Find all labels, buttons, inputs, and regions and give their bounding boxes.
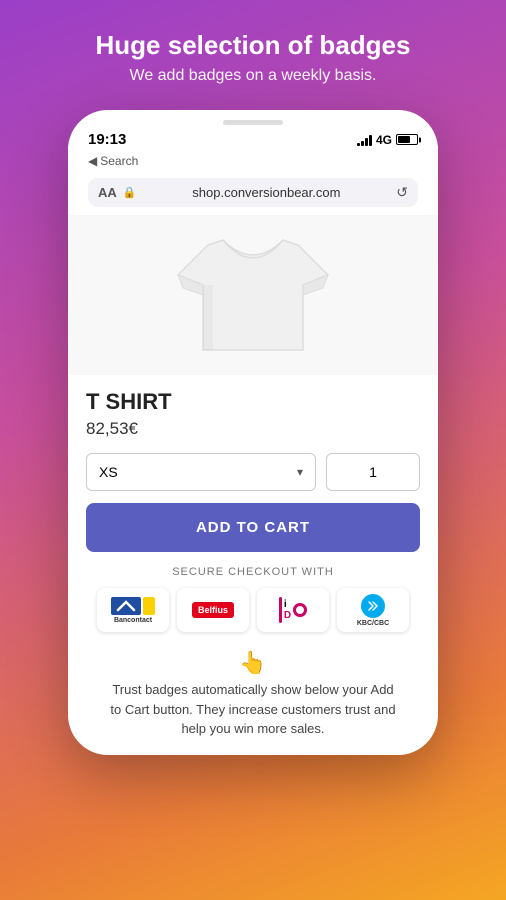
belfius-inner: Belfius: [192, 602, 234, 618]
kbc-text: KBC/CBC: [357, 620, 389, 627]
signal-bar-2: [361, 141, 364, 146]
payment-badge-belfius: Belfius: [177, 588, 249, 632]
signal-bar-4: [369, 135, 372, 146]
variant-row: XS ▾ 1: [86, 453, 420, 491]
quantity-input[interactable]: 1: [326, 453, 420, 491]
trust-text: Trust badges automatically show below yo…: [106, 680, 400, 739]
product-price: 82,53€: [86, 419, 420, 439]
trust-section: 👆 Trust badges automatically show below …: [86, 644, 420, 755]
ideal-text-group: i D: [284, 599, 291, 621]
bancontact-blue-icon: [111, 597, 141, 615]
url-lock-icon: 🔒: [123, 186, 137, 199]
phone-frame: 19:13 4G ◀ Search AA 🔒: [68, 110, 438, 755]
size-value: XS: [99, 464, 118, 480]
payment-badge-kbc: KBC/CBC: [337, 588, 409, 632]
back-search[interactable]: ◀ Search: [88, 154, 138, 168]
bancontact-inner: Bancontact: [111, 597, 155, 624]
status-bar: 19:13 4G: [88, 129, 418, 152]
tshirt-image: [68, 215, 438, 375]
ideal-circle-icon: [293, 603, 307, 617]
secure-checkout-label: SECURE CHECKOUT WITH: [86, 566, 420, 578]
ideal-deal-label: D: [284, 610, 291, 621]
ideal-inner: i D: [279, 597, 307, 623]
status-icons: 4G: [357, 133, 418, 147]
signal-bars-icon: [357, 134, 372, 146]
add-to-cart-button[interactable]: ADD TO CART: [86, 503, 420, 552]
bancontact-logo: [111, 597, 155, 615]
battery-fill: [398, 136, 410, 143]
chevron-down-icon: ▾: [297, 465, 303, 479]
url-reload-icon[interactable]: ↺: [396, 184, 408, 201]
phone-notch: [88, 120, 418, 125]
product-info: T SHIRT 82,53€ XS ▾ 1 ADD TO CART SECURE…: [68, 375, 438, 755]
payment-badge-bancontact: Bancontact: [97, 588, 169, 632]
signal-bar-3: [365, 138, 368, 146]
size-select[interactable]: XS ▾: [86, 453, 316, 491]
bancontact-text: Bancontact: [114, 617, 152, 624]
product-image-area: [68, 215, 438, 375]
product-name: T SHIRT: [86, 389, 420, 415]
phone-top-bar: 19:13 4G ◀ Search AA 🔒: [68, 110, 438, 215]
network-type: 4G: [376, 133, 392, 147]
ideal-i-label: i: [284, 599, 291, 610]
back-search-label: Search: [100, 154, 138, 168]
url-text: shop.conversionbear.com: [142, 185, 390, 200]
url-bar[interactable]: AA 🔒 shop.conversionbear.com ↺: [88, 178, 418, 207]
signal-bar-1: [357, 143, 360, 146]
header-subtitle: We add badges on a weekly basis.: [96, 67, 411, 85]
battery-icon: [396, 134, 418, 145]
header: Huge selection of badges We add badges o…: [76, 0, 431, 105]
back-chevron-icon: ◀: [88, 154, 97, 168]
bancontact-yellow-icon: [143, 597, 155, 615]
belfius-logo: Belfius: [192, 602, 234, 618]
header-title: Huge selection of badges: [96, 30, 411, 61]
trust-emoji: 👆: [106, 650, 400, 676]
ideal-logo-group: i D: [279, 597, 307, 623]
search-bar-row: ◀ Search: [88, 152, 418, 174]
ideal-circles: [293, 603, 307, 617]
payment-badge-ideal: i D: [257, 588, 329, 632]
kbc-inner: KBC/CBC: [357, 594, 389, 627]
payment-badges: Bancontact Belfius i D: [86, 588, 420, 632]
status-time: 19:13: [88, 131, 126, 148]
ideal-stripe-icon: [279, 597, 282, 623]
phone-speaker: [223, 120, 283, 125]
kbc-circle-icon: [361, 594, 385, 618]
url-aa-label: AA: [98, 185, 117, 200]
